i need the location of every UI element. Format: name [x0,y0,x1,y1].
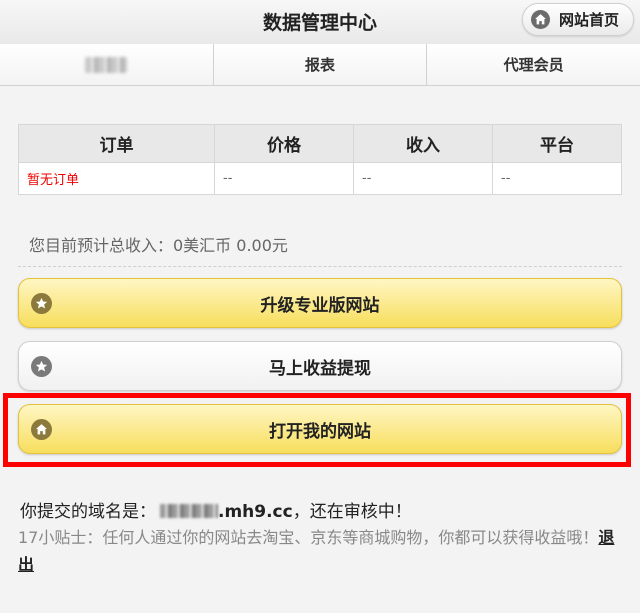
column-header-income: 收入 [353,124,493,163]
tab-reports[interactable]: 报表 [213,44,428,85]
column-header-order: 订单 [18,124,215,163]
table-row: 暂无订单 -- -- -- [18,162,622,195]
upgrade-pro-button[interactable]: 升级专业版网站 [18,278,622,328]
tip-body: 17小贴士：任何人通过你的网站去淘宝、京东等商城购物，你都可以获得收益哦！ [18,528,599,547]
divider [18,266,622,267]
header-bar: 数据管理中心 网站首页 [0,0,640,45]
upgrade-pro-label: 升级专业版网站 [260,295,380,316]
open-my-site-label: 打开我的网站 [269,421,371,442]
orders-table: 订单 价格 收入 平台 暂无订单 -- -- -- [18,124,622,195]
tab-agent-members[interactable]: 代理会员 [427,44,640,85]
column-header-price: 价格 [214,124,354,163]
domain-suffix: .mh9.cc [218,502,293,522]
nav-tabs: 报表 代理会员 [0,44,640,86]
column-header-platform: 平台 [492,124,622,163]
star-icon [31,356,52,377]
order-cell: 暂无订单 [18,162,215,195]
tab-account[interactable] [0,44,214,85]
site-home-label: 网站首页 [558,11,619,29]
domain-status-text: 你提交的域名是： .mh9.cc，还在审核中！ [20,497,412,522]
price-cell: -- [214,162,354,195]
home-icon [31,419,52,440]
domain-prefix: 你提交的域名是： [20,502,156,522]
star-icon [31,293,52,314]
home-icon [530,10,550,29]
open-my-site-button[interactable]: 打开我的网站 [18,404,622,454]
domain-status: ，还在审核中！ [292,502,412,522]
withdraw-earnings-label: 马上收益提现 [269,358,371,379]
total-income-text: 您目前预计总收入：0美汇币 0.00元 [29,236,288,255]
withdraw-earnings-button[interactable]: 马上收益提现 [18,341,622,391]
table-header-row: 订单 价格 收入 平台 [18,124,622,163]
redacted-username [85,56,128,73]
income-cell: -- [353,162,493,195]
redacted-domain [160,504,218,518]
platform-cell: -- [492,162,622,195]
tip-text: 17小贴士：任何人通过你的网站去淘宝、京东等商城购物，你都可以获得收益哦！退出 [18,524,622,578]
site-home-button[interactable]: 网站首页 [521,3,634,36]
